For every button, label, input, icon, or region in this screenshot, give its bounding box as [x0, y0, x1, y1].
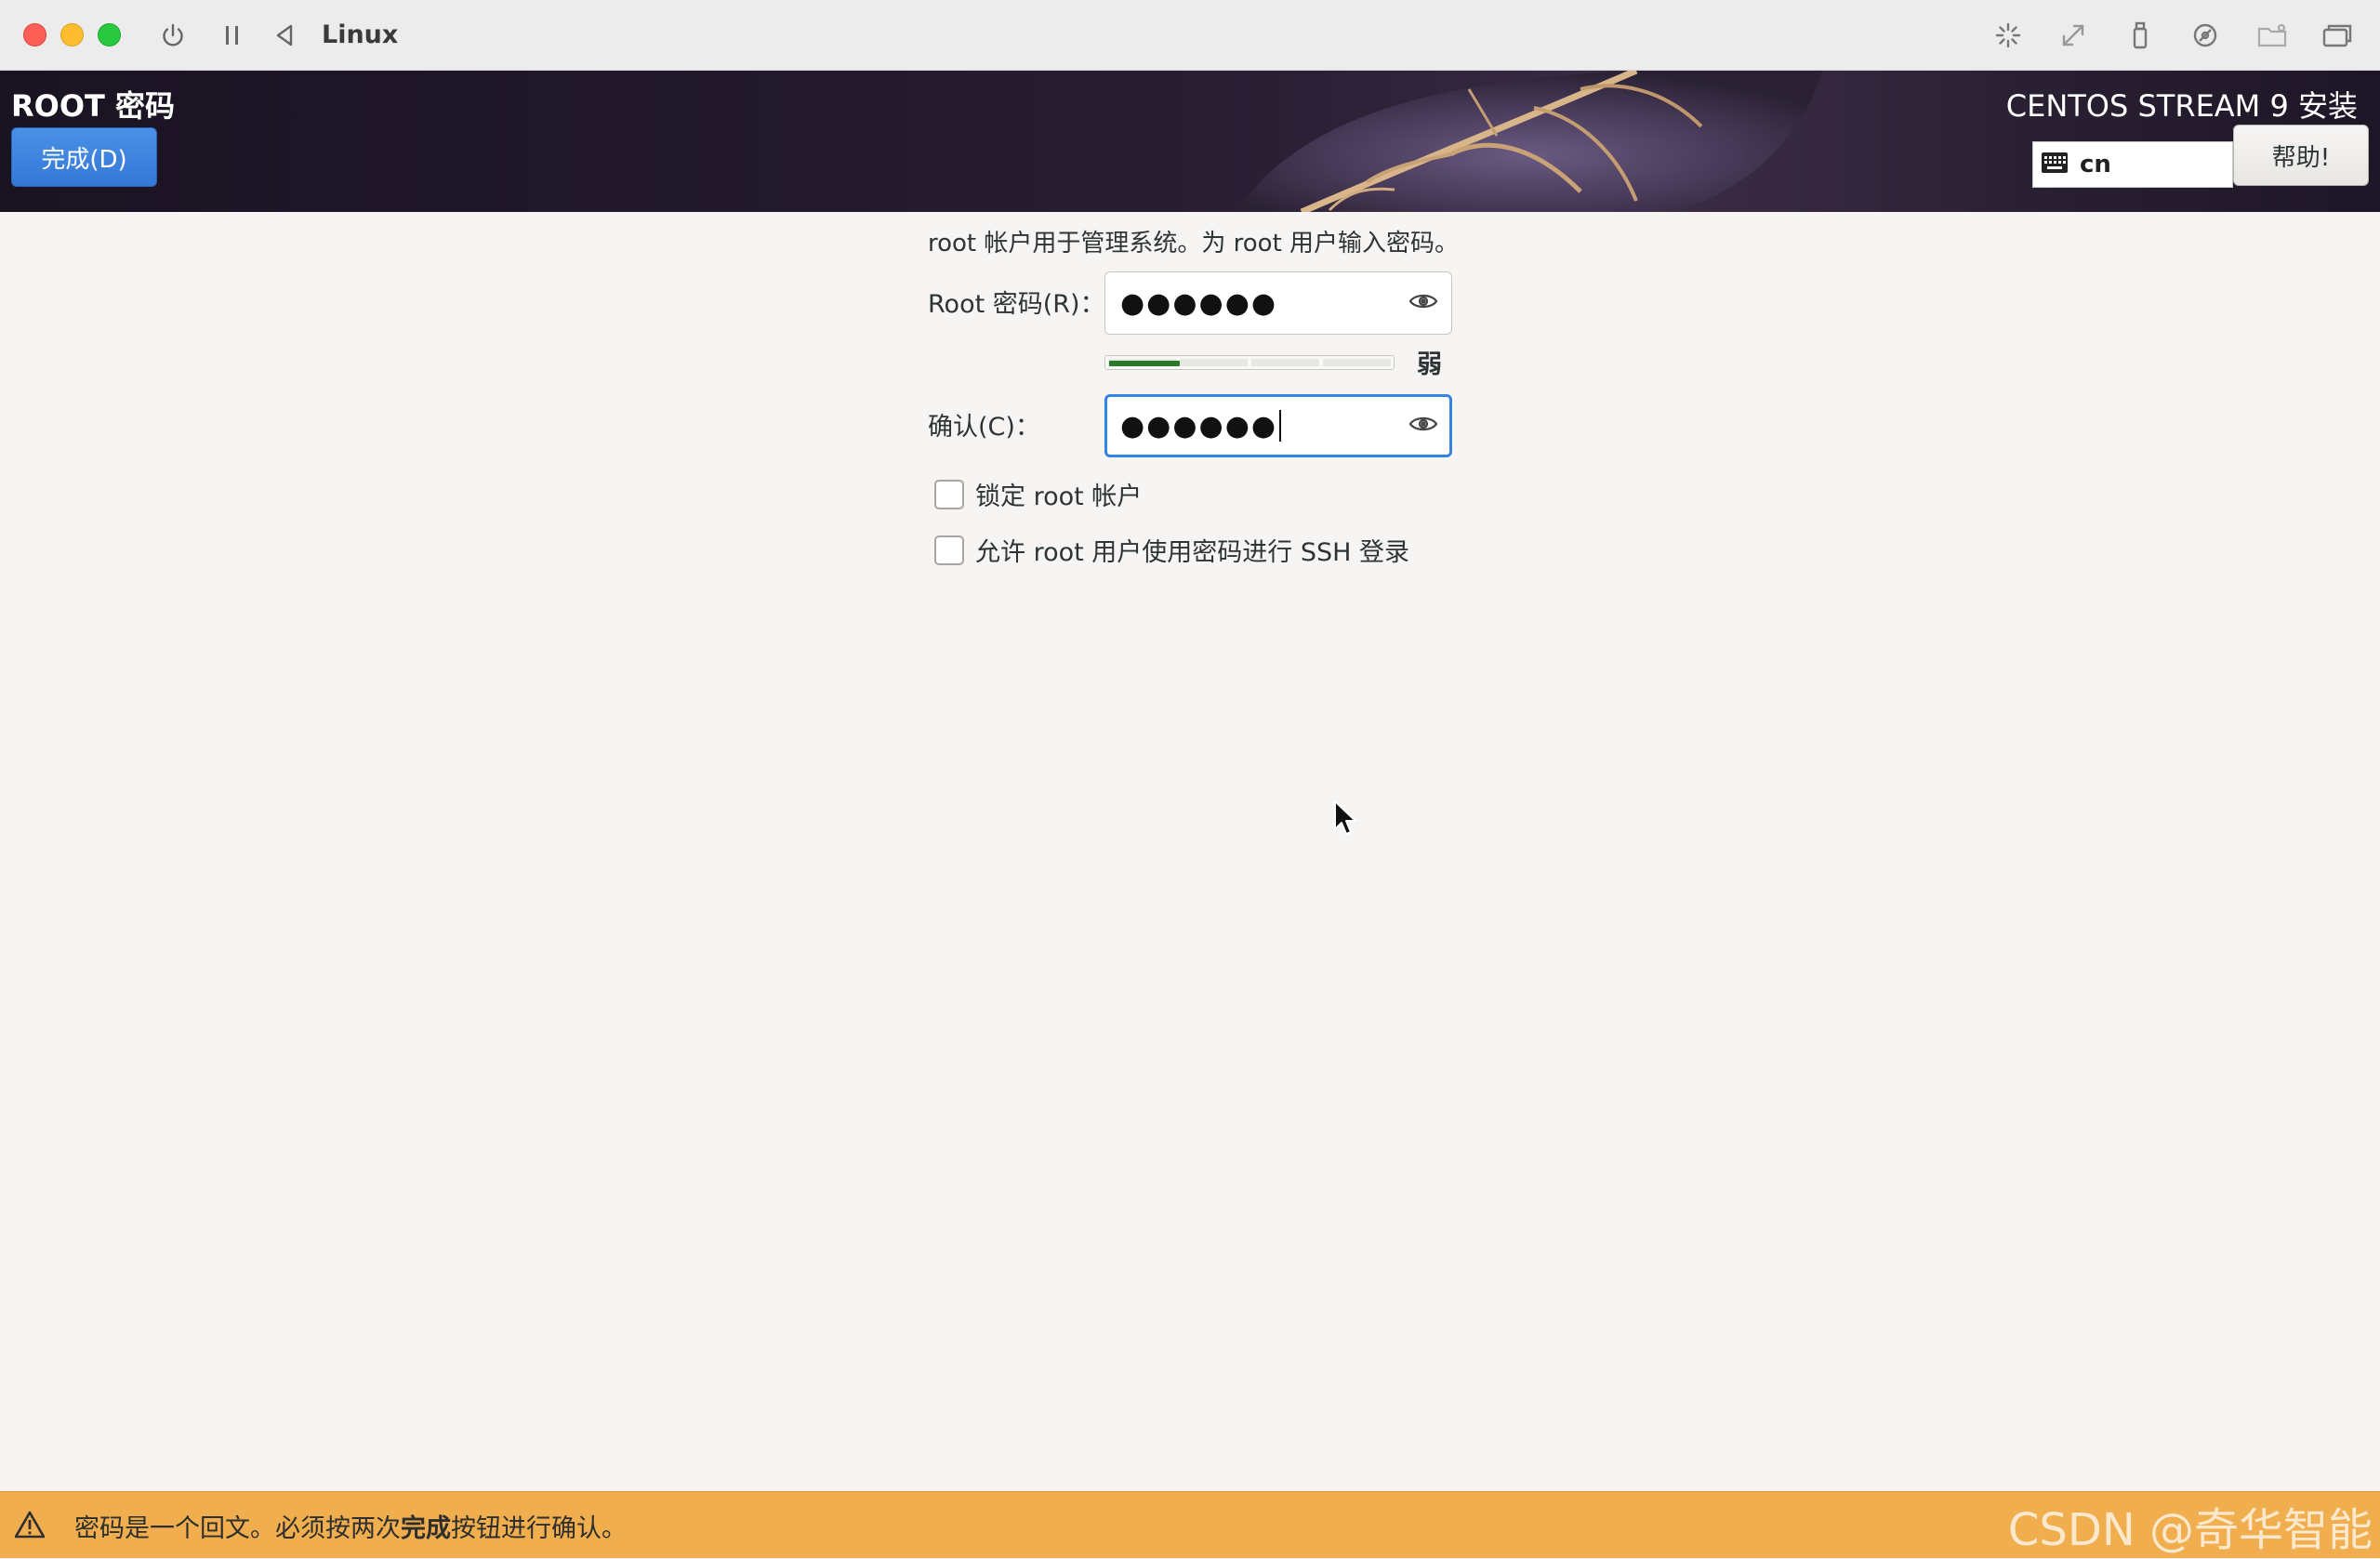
root-password-field[interactable]: ●●●●●●	[1104, 271, 1452, 335]
allow-ssh-label: 允许 root 用户使用密码进行 SSH 登录	[975, 538, 1410, 567]
confirm-password-value: ●●●●●●	[1120, 409, 1278, 443]
done-button[interactable]: 完成(D)	[11, 127, 157, 187]
shared-folder-icon[interactable]	[2254, 17, 2291, 54]
keyboard-layout-indicator[interactable]: cn	[2032, 141, 2233, 188]
installer-header: ROOT 密码 完成(D) CENTOS STREAM 9 安装 cn 帮助!	[0, 71, 2380, 212]
keyboard-layout-code: cn	[2080, 151, 2111, 178]
window-close-button[interactable]	[23, 23, 46, 46]
brightness-icon[interactable]	[1991, 17, 2025, 54]
mouse-cursor-icon	[1333, 799, 1359, 842]
vm-window-titlebar: Linux	[0, 0, 2380, 71]
allow-ssh-checkbox[interactable]	[934, 535, 964, 565]
show-confirm-password-icon[interactable]	[1408, 414, 1438, 438]
confirm-password-field[interactable]: ●●●●●●	[1104, 394, 1452, 457]
resize-icon[interactable]	[2056, 17, 2090, 54]
help-button[interactable]: 帮助!	[2233, 125, 2369, 186]
password-strength-label: 弱	[1417, 350, 1442, 379]
window-maximize-button[interactable]	[98, 23, 121, 46]
confirm-password-label: 确认(C)：	[928, 413, 1040, 442]
warning-text-before: 密码是一个回文。必须按两次	[74, 1513, 401, 1543]
allow-ssh-option[interactable]: 允许 root 用户使用密码进行 SSH 登录	[934, 532, 1409, 568]
warning-bar[interactable]: 密码是一个回文。必须按两次 完成 按钮进行确认。 CSDN @奇华智能	[0, 1491, 2380, 1558]
warning-icon	[14, 1511, 46, 1542]
warning-text-after: 按钮进行确认。	[451, 1513, 627, 1543]
windows-icon[interactable]	[2319, 17, 2356, 54]
vm-title: Linux	[322, 20, 399, 49]
root-password-value: ●●●●●●	[1120, 286, 1278, 320]
warning-message: 密码是一个回文。必须按两次 完成 按钮进行确认。	[74, 1492, 627, 1559]
warning-text-bold: 完成	[401, 1513, 451, 1543]
spoke-title: ROOT 密码	[11, 88, 176, 124]
password-strength-meter	[1104, 355, 1395, 370]
power-icon[interactable]	[156, 17, 190, 54]
keyboard-icon	[2041, 151, 2069, 178]
root-description: root 帐户用于管理系统。为 root 用户输入密码。	[928, 230, 1460, 258]
root-password-label: Root 密码(R)：	[928, 290, 1105, 319]
pause-icon[interactable]	[219, 17, 245, 54]
usb-icon[interactable]	[2123, 17, 2157, 54]
lock-root-option[interactable]: 锁定 root 帐户	[934, 476, 1142, 512]
window-minimize-button[interactable]	[60, 23, 84, 46]
password-strength-fill	[1109, 361, 1180, 366]
lock-root-checkbox[interactable]	[934, 479, 964, 509]
show-password-icon[interactable]	[1408, 291, 1438, 315]
confirm-password-value-wrap: ●●●●●●	[1120, 397, 1282, 455]
text-caret	[1279, 410, 1282, 442]
watermark: CSDN @奇华智能	[2007, 1504, 2373, 1556]
disc-icon[interactable]	[2188, 17, 2222, 54]
lock-root-label: 锁定 root 帐户	[975, 482, 1143, 511]
back-icon[interactable]	[271, 17, 298, 54]
product-title: CENTOS STREAM 9 安装	[2005, 88, 2358, 124]
